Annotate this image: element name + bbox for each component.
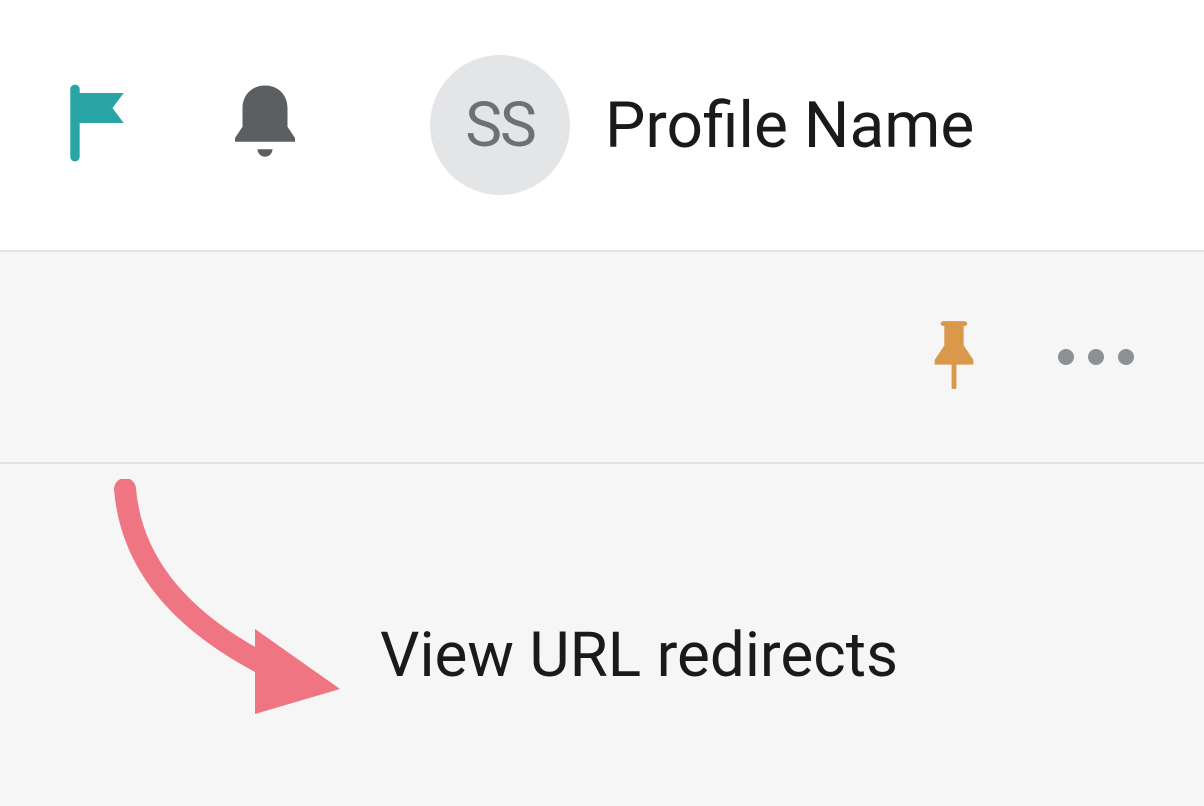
more-dot (1088, 349, 1104, 365)
more-dot (1118, 349, 1134, 365)
app-header: SS Profile Name (0, 0, 1204, 252)
avatar-initials: SS (465, 89, 535, 162)
pin-icon[interactable] (925, 316, 983, 398)
content-area: View URL redirects (0, 464, 1204, 692)
more-icon[interactable] (1058, 349, 1134, 365)
flag-icon[interactable] (60, 78, 150, 172)
profile-name-label: Profile Name (605, 88, 974, 163)
bell-icon[interactable] (220, 78, 310, 172)
profile-section[interactable]: SS Profile Name (430, 55, 974, 195)
view-url-redirects-link[interactable]: View URL redirects (380, 619, 898, 692)
toolbar (0, 252, 1204, 464)
avatar: SS (430, 55, 570, 195)
more-dot (1058, 349, 1074, 365)
arrow-annotation-icon (95, 479, 375, 729)
